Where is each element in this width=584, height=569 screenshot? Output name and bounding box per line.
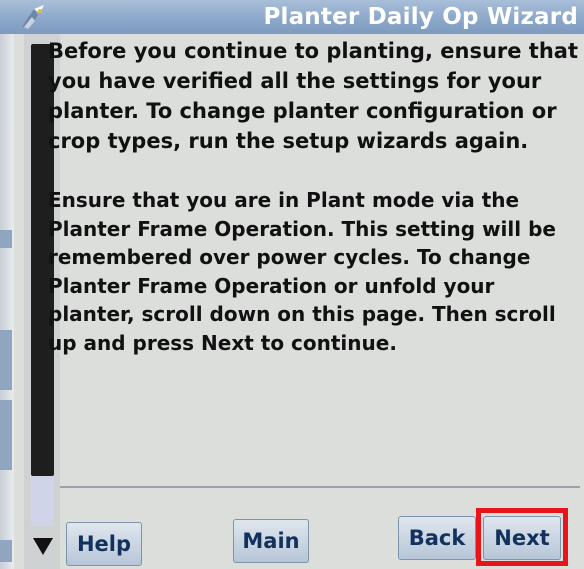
main-button[interactable]: Main xyxy=(233,519,309,563)
title-bar: Planter Daily Op Wizard xyxy=(0,0,584,34)
scroll-down-button[interactable] xyxy=(31,528,54,564)
back-button[interactable]: Back xyxy=(398,516,476,560)
left-edge-strip xyxy=(0,34,14,569)
content-divider xyxy=(60,486,580,488)
next-button-highlight xyxy=(476,508,568,566)
instructions-content: Before you continue to planting, ensure … xyxy=(48,36,578,357)
triangle-down-icon xyxy=(32,538,53,555)
scrollbar-lower-region[interactable] xyxy=(31,476,54,526)
planter-wizard-icon xyxy=(22,5,44,29)
instruction-paragraph-1: Before you continue to planting, ensure … xyxy=(48,39,579,153)
window-title: Planter Daily Op Wizard xyxy=(263,4,578,30)
instruction-paragraph-2: Ensure that you are in Plant mode via th… xyxy=(48,188,556,355)
help-button[interactable]: Help xyxy=(66,522,142,566)
